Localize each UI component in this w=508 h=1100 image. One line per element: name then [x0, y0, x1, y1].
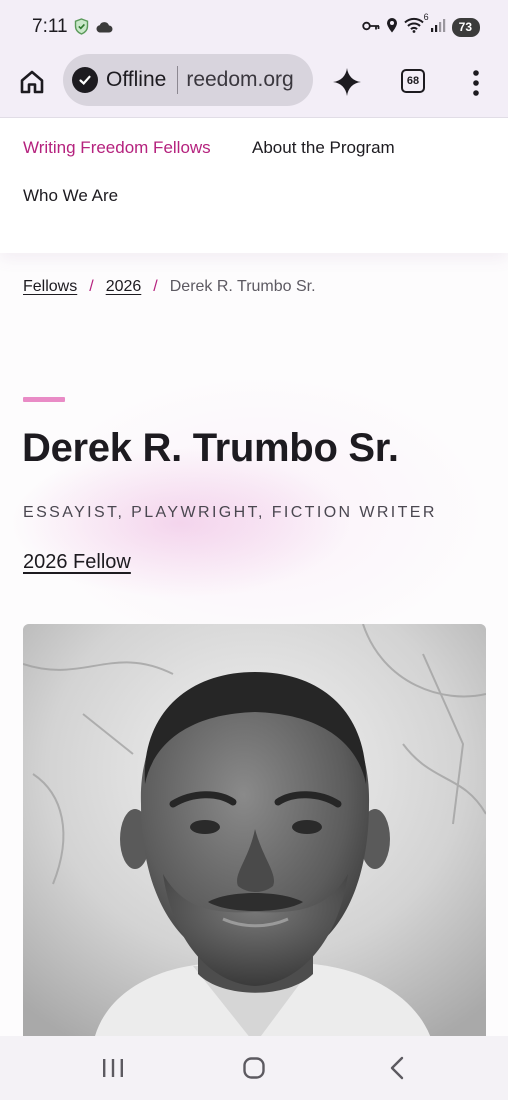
url-divider [177, 66, 179, 94]
tab-count: 68 [406, 75, 420, 87]
breadcrumb-separator: / [89, 278, 94, 295]
nav-link-about-the-program[interactable]: About the Program [252, 138, 395, 158]
home-circle-icon[interactable] [243, 1057, 265, 1079]
battery-icon: 73 [451, 18, 480, 37]
accent-line [23, 397, 65, 402]
nav-link-who-we-are[interactable]: Who We Are [23, 186, 118, 206]
signal-label: 6 [423, 12, 429, 22]
offline-check-icon [72, 67, 98, 93]
signal-bars-icon [430, 18, 446, 38]
address-bar[interactable]: Offline reedom.org [63, 54, 313, 106]
site-navigation: Writing Freedom Fellows About the Progra… [0, 119, 508, 253]
breadcrumb: Fellows / 2026 / Derek R. Trumbo Sr. [23, 278, 316, 296]
fellow-portrait-photo [23, 624, 486, 1036]
recent-apps-icon[interactable] [101, 1058, 125, 1078]
gemini-sparkle-icon[interactable] [331, 66, 363, 98]
page-title: Derek R. Trumbo Sr. [22, 426, 399, 470]
breadcrumb-fellows[interactable]: Fellows [23, 278, 77, 296]
offline-label: Offline [106, 68, 167, 91]
home-icon[interactable] [18, 68, 46, 96]
web-page: Writing Freedom Fellows About the Progra… [0, 119, 508, 1036]
status-bar: 7:11 6 73 [0, 0, 508, 54]
breadcrumb-separator: / [153, 278, 158, 295]
breadcrumb-year[interactable]: 2026 [106, 278, 142, 296]
key-icon [361, 19, 380, 37]
shield-check-icon [74, 18, 89, 40]
fellow-roles: ESSAYIST, PLAYWRIGHT, FICTION WRITER [23, 504, 437, 521]
nav-link-writing-freedom-fellows[interactable]: Writing Freedom Fellows [23, 138, 211, 158]
system-navigation-bar [0, 1036, 508, 1100]
location-pin-icon [386, 17, 398, 38]
breadcrumb-current: Derek R. Trumbo Sr. [169, 278, 316, 295]
fellow-year-link[interactable]: 2026 Fellow [23, 551, 131, 574]
status-time: 7:11 [32, 16, 68, 37]
browser-toolbar: Offline reedom.org 68 [0, 54, 508, 118]
cloud-icon [95, 20, 113, 38]
more-vertical-icon[interactable] [466, 68, 486, 98]
wifi-icon: 6 [403, 12, 429, 38]
tab-switcher-icon[interactable]: 68 [401, 69, 425, 93]
back-icon[interactable] [388, 1056, 406, 1080]
profile-hero: Fellows / 2026 / Derek R. Trumbo Sr. Der… [0, 253, 508, 1036]
url-text[interactable]: reedom.org [186, 68, 293, 92]
